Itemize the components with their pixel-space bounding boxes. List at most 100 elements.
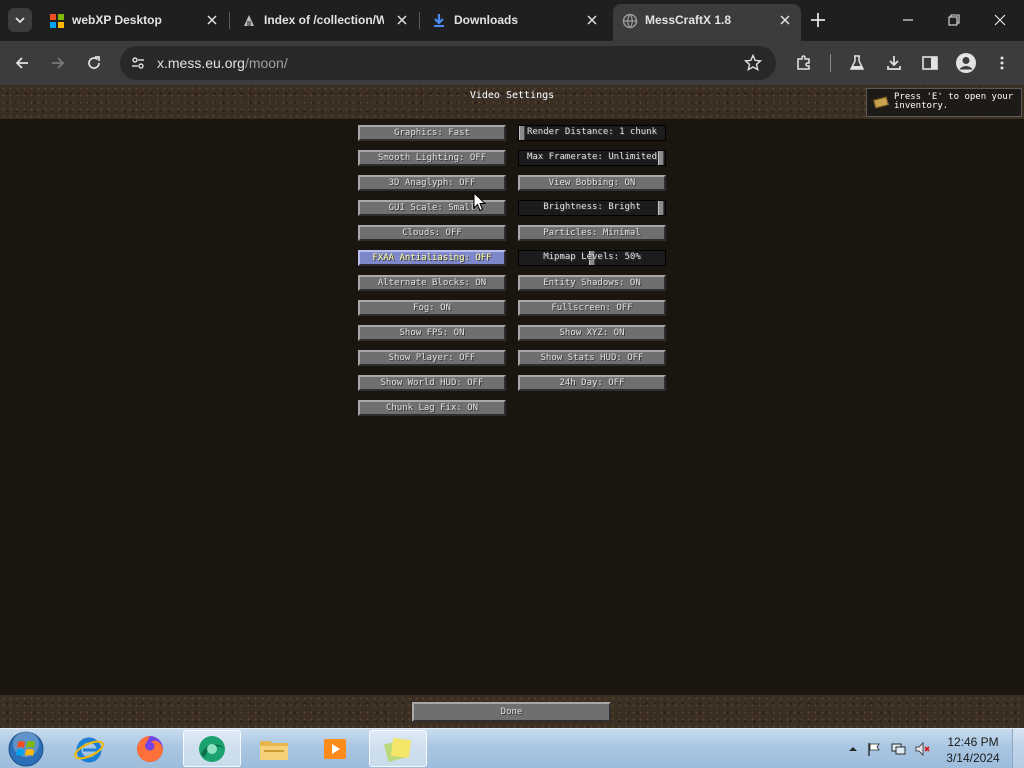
- video-option-button[interactable]: Show Player: OFF: [358, 350, 506, 366]
- video-option-slider[interactable]: Brightness: Bright: [518, 200, 666, 216]
- video-option-button[interactable]: 24h Day: OFF: [518, 375, 666, 391]
- mouse-cursor-icon: [473, 192, 487, 212]
- network-icon[interactable]: [890, 741, 906, 757]
- slider-knob[interactable]: [519, 126, 525, 140]
- show-desktop-button[interactable]: [1012, 729, 1024, 768]
- video-option-button[interactable]: Show XYZ: ON: [518, 325, 666, 341]
- tab-search-button[interactable]: [8, 8, 32, 32]
- tab-separator: [229, 12, 230, 29]
- slider-knob[interactable]: [658, 151, 664, 165]
- back-button[interactable]: [10, 51, 34, 75]
- video-option-button[interactable]: Entity Shadows: ON: [518, 275, 666, 291]
- bookmark-star-icon[interactable]: [744, 54, 762, 72]
- address-bar[interactable]: x.mess.eu.org/moon/: [120, 46, 776, 80]
- taskbar-browser[interactable]: [183, 730, 241, 767]
- video-option-button[interactable]: Fog: ON: [358, 300, 506, 316]
- tab-downloads[interactable]: Downloads: [422, 4, 608, 37]
- puzzle-icon: [797, 55, 810, 70]
- taskbar-sticky-notes[interactable]: [369, 730, 427, 767]
- windows-taskbar: 12:46 PM 3/14/2024: [0, 728, 1024, 768]
- restore-icon: [948, 14, 960, 26]
- video-option-button[interactable]: FXAA Antialiasing: OFF: [358, 250, 506, 266]
- video-option-button[interactable]: Alternate Blocks: ON: [358, 275, 506, 291]
- extensions-button[interactable]: [792, 51, 816, 75]
- action-center-flag-icon[interactable]: [866, 741, 882, 757]
- close-window-button[interactable]: [985, 8, 1015, 32]
- site-info-icon[interactable]: [130, 55, 146, 71]
- windows-orb-icon: [8, 731, 44, 767]
- forward-button[interactable]: [46, 51, 70, 75]
- close-icon[interactable]: [777, 12, 793, 28]
- sticky-notes-icon: [383, 737, 412, 762]
- tab-title: Downloads: [454, 13, 519, 27]
- arrow-left-icon: [15, 57, 28, 69]
- downloads-button[interactable]: [882, 51, 906, 75]
- video-option-button[interactable]: Show Stats HUD: OFF: [518, 350, 666, 366]
- close-icon[interactable]: [394, 12, 410, 28]
- archive-favicon: [244, 15, 254, 26]
- book-icon: [873, 96, 889, 109]
- done-button[interactable]: Done: [412, 702, 611, 722]
- browser-icon: [199, 735, 225, 762]
- taskbar-internet-explorer[interactable]: [60, 730, 118, 767]
- video-option-button[interactable]: 3D Anaglyph: OFF: [358, 175, 506, 191]
- tab-title: webXP Desktop: [72, 13, 162, 27]
- profile-button[interactable]: [954, 51, 978, 75]
- video-option-slider[interactable]: Mipmap Levels: 50%: [518, 250, 666, 266]
- video-option-slider[interactable]: Max Framerate: Unlimited: [518, 150, 666, 166]
- video-option-slider[interactable]: Render Distance: 1 chunk: [518, 125, 666, 141]
- browser-menu-button[interactable]: [990, 51, 1014, 75]
- url-path: /moon/: [244, 55, 288, 71]
- video-option-button[interactable]: Chunk Lag Fix: ON: [358, 400, 506, 416]
- show-hidden-icons-arrow-icon[interactable]: [845, 741, 861, 757]
- video-option-button[interactable]: Fullscreen: OFF: [518, 300, 666, 316]
- new-tab-plus-icon[interactable]: [808, 10, 828, 30]
- video-option-button[interactable]: Particles: Minimal: [518, 225, 666, 241]
- labs-button[interactable]: [845, 51, 869, 75]
- video-option-button[interactable]: Clouds: OFF: [358, 225, 506, 241]
- toolbar-divider: [830, 54, 831, 72]
- clock-time: 12:46 PM: [947, 735, 999, 749]
- browser-toolbar: x.mess.eu.org/moon/: [0, 41, 1024, 85]
- restore-button[interactable]: [939, 8, 969, 32]
- system-clock[interactable]: 12:46 PM 3/14/2024: [938, 734, 1008, 766]
- url-host: x.mess.eu.org: [157, 55, 245, 71]
- close-icon[interactable]: [584, 12, 600, 28]
- tab-separator: [419, 12, 420, 29]
- tab-webxp-desktop[interactable]: webXP Desktop: [40, 4, 228, 37]
- tab-title: Index of /collection/W: [264, 13, 384, 27]
- video-option-button[interactable]: Smooth Lighting: OFF: [358, 150, 506, 166]
- reload-icon: [88, 56, 100, 69]
- slider-knob[interactable]: [658, 201, 664, 215]
- video-option-button[interactable]: Show FPS: ON: [358, 325, 506, 341]
- tab-messcraftx[interactable]: MessCraftX 1.8: [613, 4, 801, 41]
- file-explorer-icon: [260, 740, 288, 760]
- slider-label: Brightness: Bright: [543, 202, 641, 212]
- game-viewport[interactable]: Video Settings Press 'E' to open your in…: [0, 85, 1024, 728]
- slider-label: Mipmap Levels: 50%: [543, 252, 641, 262]
- tooltip-line: inventory.: [894, 101, 949, 111]
- video-option-button[interactable]: Show World HUD: OFF: [358, 375, 506, 391]
- side-panel-button[interactable]: [918, 51, 942, 75]
- reload-button[interactable]: [82, 51, 106, 75]
- tab-index-of-collection[interactable]: Index of /collection/W: [232, 4, 418, 37]
- video-option-button[interactable]: View Bobbing: ON: [518, 175, 666, 191]
- minimize-button[interactable]: [893, 8, 923, 32]
- browser-tabstrip: webXP Desktop Index of /collection/W Dow…: [0, 0, 1024, 41]
- avatar-icon: [956, 53, 976, 73]
- inventory-hint-tooltip: Press 'E' to open your inventory.: [866, 88, 1022, 117]
- url-text[interactable]: x.mess.eu.org/moon/: [157, 55, 288, 71]
- slider-label: Render Distance: 1 chunk: [526, 127, 658, 137]
- more-vertical-icon: [1000, 56, 1004, 70]
- close-icon: [994, 14, 1006, 26]
- taskbar-firefox[interactable]: [121, 730, 179, 767]
- download-icon: [887, 56, 901, 70]
- video-option-button[interactable]: Graphics: Fast: [358, 125, 506, 141]
- start-button[interactable]: [6, 730, 46, 768]
- taskbar-file-explorer[interactable]: [245, 730, 303, 767]
- volume-muted-icon[interactable]: [914, 741, 930, 757]
- close-icon[interactable]: [204, 12, 220, 28]
- taskbar-media-player[interactable]: [306, 730, 364, 767]
- download-favicon: [434, 14, 444, 27]
- arrow-right-icon: [52, 57, 65, 69]
